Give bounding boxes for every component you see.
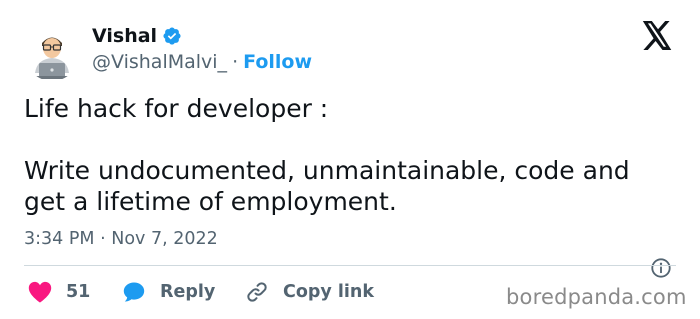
divider — [24, 265, 676, 266]
author-handle-row: @VishalMalvi_ · Follow — [92, 50, 312, 74]
reply-label: Reply — [160, 282, 216, 302]
avatar[interactable] — [25, 27, 79, 81]
watermark: boredpanda.com — [506, 285, 687, 309]
avatar-illustration — [25, 27, 79, 81]
follow-button[interactable]: Follow — [243, 50, 312, 74]
tweet-time[interactable]: 3:34 PM — [24, 229, 95, 249]
verified-badge-icon — [162, 26, 182, 46]
like-button[interactable]: 51 — [28, 278, 90, 306]
like-count: 51 — [66, 282, 91, 302]
info-icon[interactable] — [650, 257, 672, 279]
link-icon — [247, 282, 267, 302]
reply-button[interactable]: Reply — [122, 278, 215, 306]
tweet-timestamp[interactable]: 3:34 PM · Nov 7, 2022 — [24, 228, 218, 250]
copy-link-button[interactable]: Copy link — [245, 278, 374, 306]
tweet-date[interactable]: Nov 7, 2022 — [111, 229, 218, 249]
x-logo-icon[interactable] — [641, 21, 673, 50]
speech-bubble-icon — [123, 282, 145, 302]
copy-link-label: Copy link — [283, 282, 374, 302]
author-handle[interactable]: @VishalMalvi_ — [92, 50, 227, 74]
tweet-text: Life hack for developer : Write undocume… — [24, 94, 630, 216]
author-name[interactable]: Vishal — [92, 24, 157, 48]
handle-separator: · — [232, 51, 239, 73]
timestamp-separator: · — [100, 229, 106, 249]
author-name-row: Vishal — [92, 24, 182, 48]
heart-icon — [28, 281, 52, 303]
